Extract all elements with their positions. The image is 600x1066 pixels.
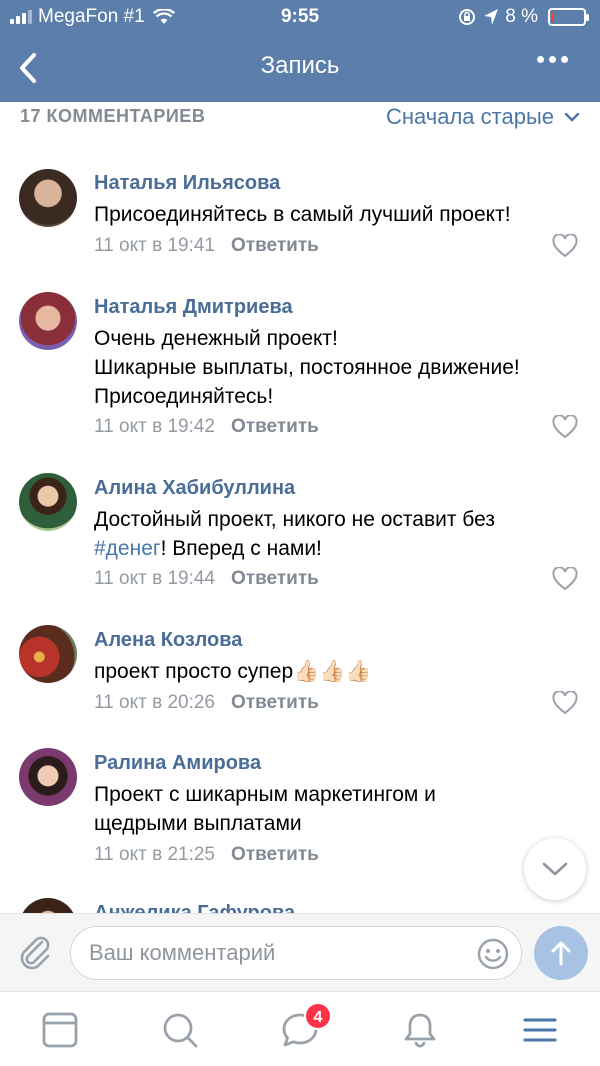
status-right: 8 %	[457, 6, 589, 28]
sort-label: Сначала старые	[385, 104, 554, 129]
avatar[interactable]	[19, 748, 77, 806]
comment-date: 11 окт в 19:44	[94, 568, 215, 589]
comment-line: проект просто супер👍🏻👍🏻👍🏻	[94, 660, 372, 683]
comment-date: 11 окт в 21:25	[94, 844, 215, 865]
comment-author[interactable]: Алина Хабибуллина	[94, 477, 295, 500]
like-icon[interactable]	[552, 415, 578, 439]
comment-author[interactable]: Наталья Ильясова	[94, 172, 280, 195]
more-options-icon[interactable]	[537, 56, 568, 63]
comment-input[interactable]	[89, 937, 459, 969]
messages-badge: 4	[304, 1002, 332, 1030]
avatar[interactable]	[19, 169, 77, 227]
avatar[interactable]	[19, 625, 77, 683]
comment-text: Присоединяйтесь в самый лучший проект!	[94, 200, 584, 229]
scroll-down-button[interactable]	[524, 838, 586, 900]
reply-button[interactable]: Ответить	[231, 568, 319, 589]
page-title: Запись	[260, 52, 340, 79]
comment-text: Проект с шикарным маркетингом и щедрыми …	[94, 780, 584, 838]
comment-meta: 11 окт в 19:44 Ответить	[94, 568, 319, 590]
hashtag-link[interactable]: #денег	[94, 537, 161, 560]
reply-button[interactable]: Ответить	[231, 416, 319, 437]
comment-line: Присоединяйтесь в самый лучший проект!	[94, 203, 511, 226]
comment-date: 11 окт в 20:26	[94, 692, 215, 713]
comment-text: проект просто супер👍🏻👍🏻👍🏻	[94, 657, 584, 686]
comment-line: Очень денежный проект!	[94, 327, 338, 350]
comment-meta: 11 окт в 21:25 Ответить	[94, 844, 319, 866]
comment-line-rest: ! Вперед с нами!	[160, 537, 322, 560]
top-bar: MegaFon #1 9:55 8 % Запись	[0, 0, 600, 102]
nav-bar: Запись	[0, 34, 600, 102]
like-icon[interactable]	[552, 234, 578, 258]
comments-count: 17 КОММЕНТАРИЕВ	[20, 106, 206, 126]
chevron-down-icon	[542, 862, 568, 876]
like-icon[interactable]	[552, 691, 578, 715]
menu-icon[interactable]	[520, 1010, 560, 1050]
status-bar: MegaFon #1 9:55 8 %	[0, 0, 600, 34]
comment-line: Проект с шикарным маркетингом и	[94, 783, 436, 806]
comment-text: Достойный проект, никого не оставит без …	[94, 505, 584, 563]
comment-composer	[0, 913, 600, 991]
comment-meta: 11 окт в 19:41 Ответить	[94, 235, 319, 257]
orientation-lock-icon	[459, 9, 476, 25]
avatar[interactable]	[19, 473, 77, 531]
avatar[interactable]	[19, 898, 77, 913]
sort-dropdown[interactable]: Сначала старые	[386, 104, 580, 130]
reply-button[interactable]: Ответить	[231, 235, 319, 256]
emoji-icon[interactable]	[475, 936, 511, 972]
comment-meta: 11 окт в 19:42 Ответить	[94, 416, 319, 438]
chevron-down-icon	[564, 112, 580, 122]
battery-percent: 8 %	[505, 6, 538, 27]
location-icon	[484, 9, 499, 25]
arrow-up-icon	[551, 941, 571, 966]
comment-text: Очень денежный проект! Шикарные выплаты,…	[94, 324, 584, 411]
comment-author[interactable]: Анжелика Гафурова	[94, 902, 295, 913]
notifications-bell-icon[interactable]	[400, 1010, 440, 1050]
comment-author[interactable]: Наталья Дмитриева	[94, 296, 293, 319]
reply-button[interactable]: Ответить	[231, 692, 319, 713]
send-button[interactable]	[534, 926, 588, 980]
comment-line: Достойный проект, никого не оставит без	[94, 508, 495, 531]
comments-header: 17 КОММЕНТАРИЕВ Сначала старые	[0, 102, 600, 136]
comment-meta: 11 окт в 20:26 Ответить	[94, 692, 319, 714]
reply-button[interactable]: Ответить	[231, 844, 319, 865]
comment-item: Анжелика Гафурова	[0, 898, 600, 913]
news-feed-icon[interactable]	[40, 1010, 80, 1050]
battery-level	[552, 12, 554, 22]
comment-line: щедрыми выплатами	[94, 812, 302, 835]
battery-icon	[548, 8, 589, 26]
comment-author[interactable]: Ралина Амирова	[94, 752, 261, 775]
comment-line: #денег! Вперед с нами!	[94, 534, 584, 563]
comment-line: Присоединяйтесь!	[94, 385, 274, 408]
comment-input-wrapper	[70, 926, 522, 980]
comment-date: 11 окт в 19:42	[94, 416, 215, 437]
search-icon[interactable]	[160, 1010, 200, 1050]
like-icon[interactable]	[552, 567, 578, 591]
comment-line: Шикарные выплаты, постоянное движение!	[94, 356, 520, 379]
comment-author[interactable]: Алена Козлова	[94, 629, 242, 652]
avatar[interactable]	[19, 292, 77, 350]
tab-bar: 4	[0, 991, 600, 1066]
paperclip-icon[interactable]	[18, 934, 52, 970]
comment-date: 11 окт в 19:41	[94, 235, 215, 256]
